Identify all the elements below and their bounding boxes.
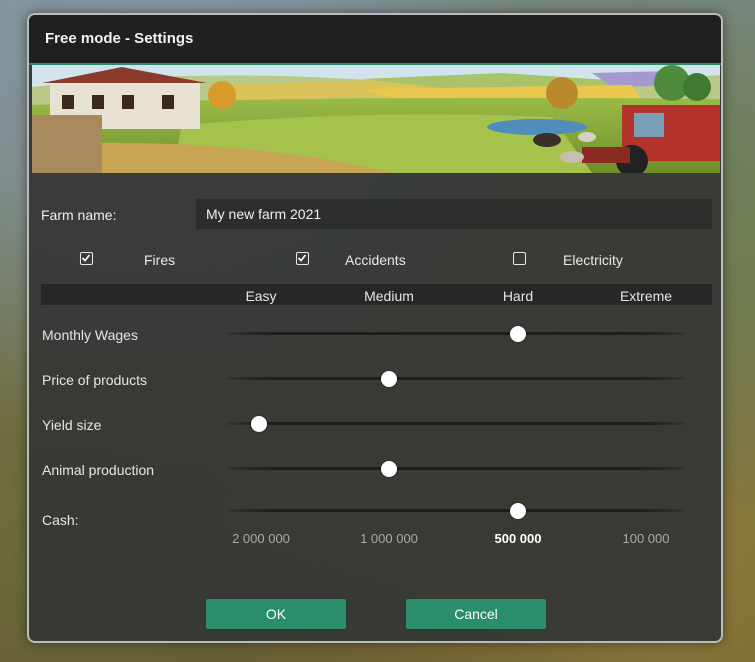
fires-label: Fires — [144, 252, 176, 268]
ok-button[interactable]: OK — [206, 599, 346, 629]
animal-production-slider[interactable] — [227, 467, 685, 470]
checkbox-box[interactable] — [80, 252, 93, 265]
checkbox-box[interactable] — [513, 252, 526, 265]
cash-option: 2 000 000 — [232, 531, 290, 546]
checkmark-icon — [297, 254, 307, 262]
cash-option: 1 000 000 — [360, 531, 418, 546]
cash-option-selected: 500 000 — [494, 531, 542, 546]
yield-size-slider-handle[interactable] — [251, 416, 267, 432]
checkbox-box[interactable] — [296, 252, 309, 265]
monthly-wages-label: Monthly Wages — [42, 327, 138, 343]
cash-slider-handle[interactable] — [510, 503, 526, 519]
column-easy: Easy — [245, 288, 277, 304]
price-of-products-slider-handle[interactable] — [381, 371, 397, 387]
checkmark-icon — [81, 254, 91, 262]
settings-dialog: Free mode - Settings Farm name: My new f… — [27, 13, 723, 643]
price-of-products-slider[interactable] — [227, 377, 685, 380]
cash-slider[interactable] — [227, 509, 685, 512]
cancel-button[interactable]: Cancel — [406, 599, 546, 629]
animal-production-slider-handle[interactable] — [381, 461, 397, 477]
farm-name-input[interactable]: My new farm 2021 — [196, 199, 712, 229]
monthly-wages-slider-handle[interactable] — [510, 326, 526, 342]
monthly-wages-slider[interactable] — [227, 332, 685, 335]
cash-option: 100 000 — [622, 531, 670, 546]
electricity-label: Electricity — [563, 252, 623, 268]
column-medium: Medium — [364, 288, 414, 304]
column-hard: Hard — [502, 288, 534, 304]
column-extreme: Extreme — [619, 288, 673, 304]
cash-label: Cash: — [42, 512, 79, 528]
yield-size-slider[interactable] — [227, 422, 685, 425]
yield-size-label: Yield size — [42, 417, 102, 433]
accidents-label: Accidents — [345, 252, 406, 268]
price-of-products-label: Price of products — [42, 372, 148, 388]
farm-name-label: Farm name: — [41, 207, 117, 223]
animal-production-label: Animal production — [42, 462, 155, 478]
